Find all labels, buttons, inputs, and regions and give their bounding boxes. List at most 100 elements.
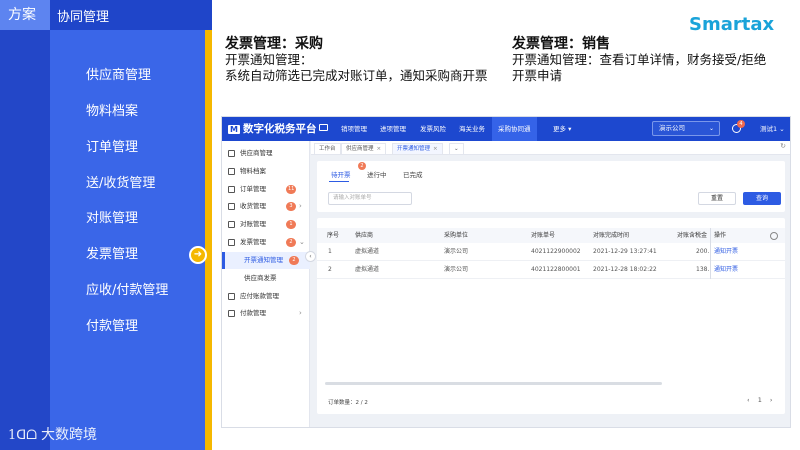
tab-label: 供应商管理 — [346, 146, 374, 152]
table-row: 2 虚拟通道 演示公司 4021122800001 2021-12-28 18:… — [317, 261, 785, 279]
app-logo[interactable]: M 数字化税务平台 — [228, 121, 316, 136]
tag-secondary: 协同管理 — [57, 10, 110, 25]
settings-icon[interactable] — [770, 232, 778, 240]
sidebar-item-order[interactable]: 订单管理 11 — [222, 181, 310, 198]
tab-workbench[interactable]: 工作台 — [314, 143, 341, 154]
menu-item-supplier[interactable]: 供应商管理 — [86, 66, 151, 86]
sidebar-badge: 1 — [286, 220, 296, 229]
menu-item-delivery[interactable]: 送/收货管理 — [86, 174, 155, 194]
chevron-right-icon: › — [299, 309, 302, 317]
footer-logo-text: 大数跨境 — [41, 427, 98, 443]
menu-item-invoice[interactable]: 发票管理 — [86, 245, 138, 265]
status-badge: 2 — [358, 162, 366, 170]
status-tab-done[interactable]: 已完成 — [403, 169, 423, 179]
company-name: 演示公司 — [659, 124, 685, 132]
footer-logo: 1ᗡᗝ 大数跨境 — [8, 424, 97, 444]
user-menu[interactable]: 测试1 ⌄ — [760, 117, 785, 141]
record-count-label: 订单数量： — [328, 400, 356, 406]
table-cell: 2 — [328, 266, 332, 273]
menu-item-payment[interactable]: 付款管理 — [86, 317, 138, 337]
nav-item-more[interactable]: 更多 ▾ — [553, 117, 571, 141]
menu-item-reconcile[interactable]: 对账管理 — [86, 209, 138, 229]
filter-panel: 待开票 2 进行中 已完成 请输入对账单号 重置 查询 — [317, 161, 785, 212]
slide: 方案 协同管理 供应商管理 物料档案 订单管理 送/收货管理 对账管理 发票管理… — [0, 0, 800, 450]
column-header: 操作 — [714, 232, 727, 239]
query-button[interactable]: 查询 — [743, 192, 781, 205]
sidebar-item-reconcile[interactable]: 对账管理 1 — [222, 216, 310, 233]
sidebar-sub-invoice-notice[interactable]: 开票通知管理 2 — [222, 252, 310, 269]
column-header: 采购单位 — [444, 232, 469, 239]
sales-line2: 开票申请 — [512, 68, 563, 83]
table-cell: 演示公司 — [444, 248, 469, 255]
menu-item-order[interactable]: 订单管理 — [86, 138, 138, 158]
invoice-icon — [228, 239, 235, 246]
active-tab-indicator — [329, 181, 349, 182]
chevron-right-icon: › — [299, 202, 302, 210]
company-select[interactable]: 演示公司 ⌄ — [652, 121, 720, 136]
sidebar-item-label: 付款管理 — [240, 309, 266, 317]
refresh-icon[interactable]: ↻ — [780, 142, 786, 150]
sales-line1: 开票通知管理：查看订单详情，财务接受/拒绝 — [512, 52, 767, 67]
sidebar-item-supplier[interactable]: 供应商管理 — [222, 145, 310, 162]
horizontal-scrollbar[interactable] — [325, 382, 662, 385]
arrow-right-icon[interactable]: ➜ — [189, 246, 207, 264]
reset-button[interactable]: 重置 — [698, 192, 736, 205]
app-header: M 数字化税务平台 销项管理 进项管理 发票风险 海关业务 采购协同通 更多 ▾ … — [222, 117, 790, 141]
sidebar-item-payment[interactable]: 付款管理 › — [222, 305, 310, 322]
tab-label: 开票通知管理 — [397, 146, 431, 152]
tab-supplier[interactable]: 供应商管理 × — [341, 143, 387, 154]
supplier-icon — [228, 150, 235, 157]
nav-item-risk[interactable]: 发票风险 — [420, 117, 446, 141]
close-icon[interactable]: × — [433, 146, 438, 152]
prev-page-button[interactable]: ‹ — [747, 396, 750, 404]
purchase-line2: 系统自动筛选已完成对账订单，通知采购商开票 — [225, 68, 488, 83]
sidebar-item-label: 发票管理 — [240, 238, 266, 246]
nav-item-input[interactable]: 进项管理 — [380, 117, 406, 141]
page-number[interactable]: 1 — [758, 396, 762, 404]
table-panel: 序号 供应商 采购单位 对账单号 对账完成时间 对账含税金 操作 1 虚拟通道 … — [317, 218, 785, 414]
sidebar-item-label: 物料档案 — [240, 167, 266, 175]
table-cell: 2021-12-28 18:02:22 — [593, 266, 657, 273]
sidebar-item-label: 对账管理 — [240, 220, 266, 228]
sidebar-badge: 11 — [286, 185, 297, 194]
nav-item-more-label: 更多 — [553, 125, 566, 133]
search-input[interactable]: 请输入对账单号 — [328, 192, 412, 205]
record-count-value: 2 / 2 — [355, 400, 368, 406]
column-header: 对账单号 — [531, 232, 556, 239]
sidebar-item-invoice[interactable]: 发票管理 2 ⌄ — [222, 234, 310, 251]
sidebar-sub-supplier-invoice[interactable]: 供应商发票 — [222, 270, 310, 287]
sidebar-item-material[interactable]: 物料档案 — [222, 163, 310, 180]
purchase-line1: 开票通知管理： — [225, 52, 313, 67]
status-tab-in-progress[interactable]: 进行中 — [367, 169, 387, 179]
column-header: 供应商 — [355, 232, 374, 239]
notify-invoice-link[interactable]: 通知开票 — [714, 243, 738, 261]
chevron-down-icon: ⌄ — [299, 238, 305, 246]
close-icon[interactable]: × — [377, 146, 382, 152]
nav-item-sales[interactable]: 销项管理 — [341, 117, 367, 141]
nav-item-procurement[interactable]: 采购协同通 — [492, 117, 537, 141]
tab-more[interactable]: ⌄ — [449, 143, 464, 154]
status-tab-pending[interactable]: 待开票 — [331, 169, 351, 179]
page-tabs: 工作台 供应商管理 × 开票通知管理 × ⌄ ↻ — [311, 141, 790, 155]
table-cell: 200. — [696, 248, 710, 255]
menu-item-receivable[interactable]: 应收/付款管理 — [86, 281, 168, 301]
next-page-button[interactable]: › — [770, 396, 773, 404]
sidebar-item-receiving[interactable]: 收货管理 3 › — [222, 198, 310, 215]
tag-primary: 方案 — [0, 0, 50, 30]
sidebar-sub-label: 开票通知管理 — [244, 256, 283, 264]
notification-badge: 4 — [737, 120, 745, 128]
payable-icon — [228, 293, 235, 300]
notify-invoice-link[interactable]: 通知开票 — [714, 261, 738, 279]
chevron-down-icon: ⌄ — [779, 125, 785, 133]
tab-invoice-notice[interactable]: 开票通知管理 × — [392, 143, 443, 154]
nav-item-customs[interactable]: 海关业务 — [459, 117, 485, 141]
sidebar-item-payable[interactable]: 应付账款管理 — [222, 288, 310, 305]
chevron-left-icon[interactable]: ‹ — [305, 251, 316, 262]
sales-heading: 发票管理：销售 — [512, 36, 610, 52]
sidebar-sub-label: 供应商发票 — [244, 274, 277, 282]
monitor-icon[interactable] — [319, 124, 328, 131]
sidebar-item-label: 订单管理 — [240, 185, 266, 193]
accent-strip — [205, 30, 212, 450]
brand-logo: Smartax — [689, 14, 775, 35]
menu-item-material[interactable]: 物料档案 — [86, 102, 138, 122]
